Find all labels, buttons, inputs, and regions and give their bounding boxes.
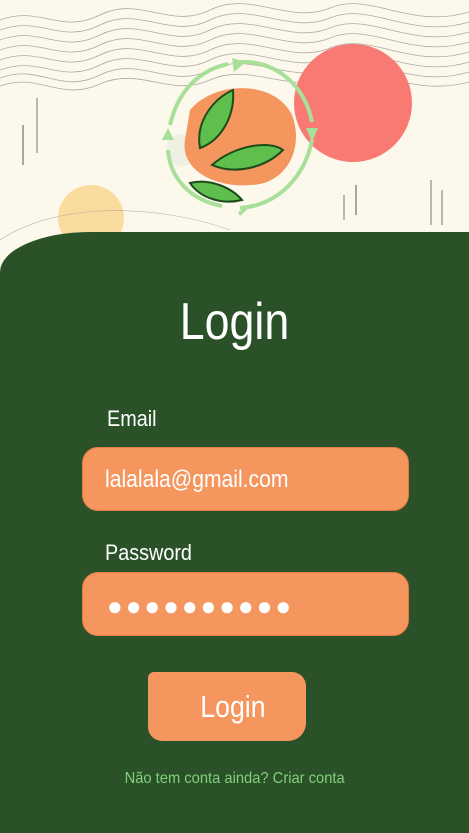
login-button[interactable]: Login xyxy=(148,672,306,741)
page-title: Login xyxy=(179,293,290,351)
email-field[interactable] xyxy=(82,447,409,512)
password-field[interactable]: ●●●●●●●●●● xyxy=(82,572,409,636)
recycle-leaf-fruit-icon xyxy=(162,58,318,216)
signup-link[interactable]: Não tem conta ainda? Criar conta xyxy=(0,770,469,788)
password-mask[interactable]: ●●●●●●●●●● xyxy=(107,573,294,637)
email-label: Email xyxy=(107,406,157,431)
login-button-label: Login xyxy=(200,688,266,724)
email-input[interactable] xyxy=(105,448,396,512)
signup-link-text[interactable]: Não tem conta ainda? Criar conta xyxy=(124,770,344,788)
password-label: Password xyxy=(105,540,192,565)
